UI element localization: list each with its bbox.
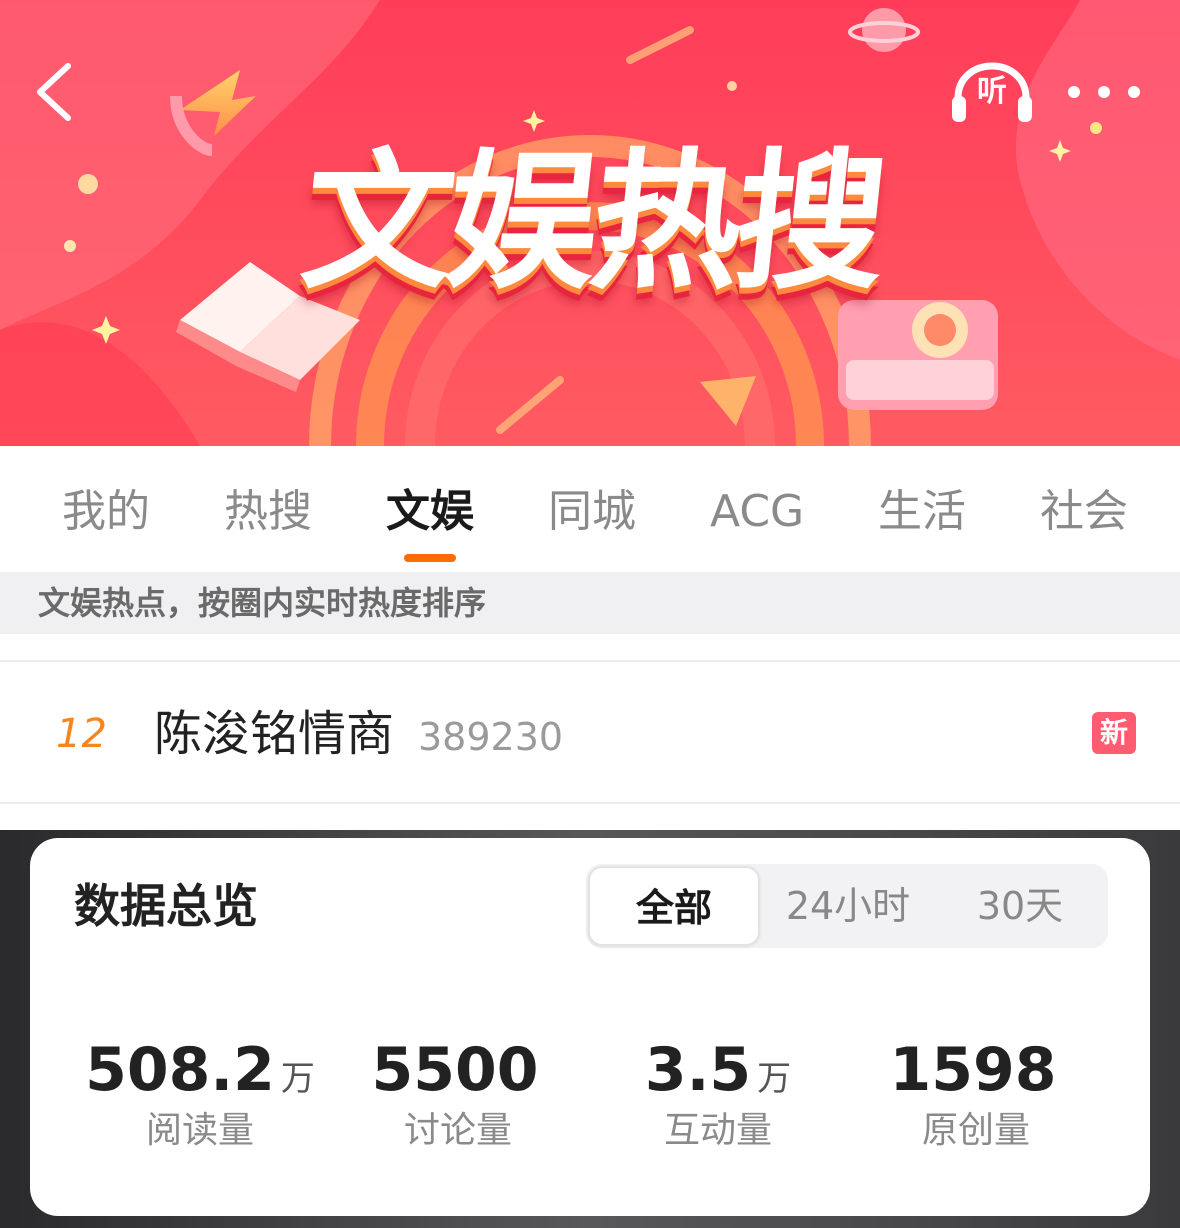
card-title: 数据总览 (74, 879, 258, 933)
stat-value: 3.5 (644, 1035, 752, 1105)
segment-24h[interactable]: 24小时 (762, 864, 934, 948)
tab-local[interactable]: 同城 (548, 482, 636, 542)
stat-unit: 万 (280, 1059, 315, 1099)
listen-label: 听 (977, 74, 1007, 109)
back-icon[interactable] (26, 60, 80, 124)
banner-title: 文娱热搜 (294, 136, 890, 310)
tab-hot-search[interactable]: 热搜 (224, 482, 312, 542)
stat-label: 阅读量 (145, 1110, 254, 1151)
listen-button[interactable]: 听 (948, 60, 1036, 126)
stat-label: 原创量 (921, 1110, 1030, 1151)
stat-value: 508.2 (85, 1035, 275, 1105)
topic-title: 陈浚铭情商 (154, 706, 395, 762)
section-description: 文娱热点，按圈内实时热度排序 (0, 572, 1180, 634)
list-item[interactable]: 12 陈浚铭情商 389230 新 (0, 662, 1180, 802)
segment-30d[interactable]: 30天 (934, 864, 1106, 948)
tab-mine[interactable]: 我的 (62, 482, 150, 542)
stat-label: 讨论量 (403, 1110, 512, 1151)
stat-value: 5500 (371, 1035, 539, 1105)
tab-entertainment[interactable]: 文娱 (386, 482, 474, 542)
stat-value: 1598 (889, 1035, 1057, 1105)
banner: 文娱热搜 听 (0, 0, 1180, 446)
tab-life[interactable]: 生活 (878, 482, 966, 542)
stat-unit: 万 (757, 1059, 792, 1099)
tab-society[interactable]: 社会 (1040, 482, 1128, 542)
time-range-segmented-control: 全部 24小时 30天 (586, 864, 1108, 948)
stat-label: 互动量 (663, 1110, 772, 1151)
category-tabs: 我的 热搜 文娱 同城 ACG 生活 社会 (0, 446, 1180, 572)
segment-all[interactable]: 全部 (588, 866, 760, 946)
heat-count: 389230 (418, 715, 564, 759)
divider (0, 802, 1180, 804)
more-icon[interactable] (1068, 76, 1140, 108)
data-overview-card: 数据总览 全部 24小时 30天 508.2 万 阅读量 5500 讨论量 3.5… (30, 838, 1150, 1216)
rank-number: 12 (56, 711, 107, 757)
tab-acg[interactable]: ACG (710, 482, 804, 542)
active-tab-indicator (404, 554, 456, 562)
new-badge: 新 (1092, 712, 1136, 754)
